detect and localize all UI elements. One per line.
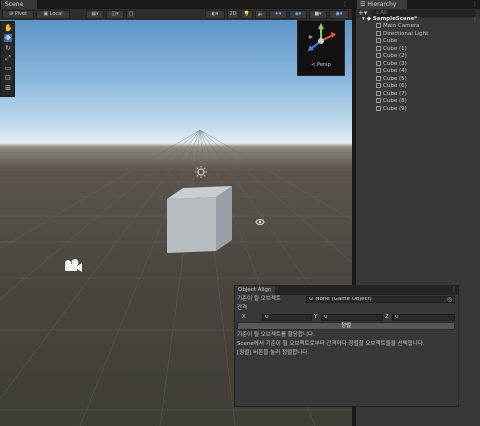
reference-object-label: 기준이 될 오브젝트 [237, 296, 281, 302]
hierarchy-item-directional-light[interactable]: Directional Light [376, 30, 429, 38]
rotate-tool-icon[interactable]: ↻ [4, 44, 12, 52]
cube-object[interactable] [167, 186, 232, 253]
z-axis-label: Z [385, 314, 389, 320]
scene-root-row[interactable]: ▾ ◆ SampleScene* [362, 16, 417, 23]
scene-more-icon[interactable]: ⋮ [472, 16, 478, 23]
grid-snap-button[interactable]: ▦▾ [86, 10, 104, 19]
camera-settings-button[interactable]: ■▾ [309, 10, 327, 19]
item-label: Cube (5) [383, 75, 407, 82]
scene-tab[interactable]: Scene [1, 0, 37, 9]
object-align-more-icon[interactable]: ⋮ [451, 286, 457, 293]
gameobject-icon [376, 75, 381, 81]
move-tool-icon[interactable]: ✥ [4, 34, 12, 42]
pivot-icon: ⊕ [8, 11, 14, 17]
item-label: Directional Light [383, 30, 429, 37]
item-label: Main Camera [383, 23, 420, 29]
snap-increment-button[interactable]: ◫▾ [106, 10, 124, 19]
spacing-label: 간격 [237, 305, 248, 311]
hierarchy-item-cube-6[interactable]: Cube (6) [376, 83, 407, 90]
scene-tab-bar [0, 0, 352, 9]
axis-gizmo-icon [308, 23, 336, 51]
transform-tool-icon[interactable]: ⊡ [4, 74, 12, 82]
local-dropdown[interactable]: ▣ Local [36, 10, 70, 19]
local-icon: ▣ [43, 11, 49, 17]
hierarchy-more-icon[interactable]: ⋮ [472, 1, 478, 8]
object-field-icon: ⊙ [309, 296, 314, 302]
hierarchy-tab-label: Hierarchy [367, 1, 397, 8]
pivot-label: Pivot [14, 11, 28, 17]
gameobject-icon [376, 60, 381, 66]
toggle-2d-button[interactable]: 2D [227, 10, 239, 19]
spacing-z-input[interactable]: 0 [392, 314, 455, 321]
item-label: Cube (7) [383, 90, 407, 97]
effects-dropdown[interactable]: ✦▾ [269, 10, 287, 19]
reference-object-field[interactable]: ⊙ None (Game Object) [306, 296, 455, 303]
rect-tool-icon[interactable]: ▭ [4, 64, 12, 72]
gameobject-icon [376, 83, 381, 88]
gameobject-icon [376, 53, 381, 58]
visibility-gizmo-icon [255, 219, 265, 225]
hierarchy-tab[interactable]: ☰ Hierarchy [357, 0, 407, 9]
gameobject-icon [376, 98, 381, 103]
lighting-toggle-button[interactable]: 💡 [241, 10, 253, 19]
item-label: Cube (2) [383, 53, 407, 59]
align-button[interactable]: 정렬 [237, 322, 455, 330]
item-label: Cube (1) [383, 45, 407, 52]
item-label: Cube (9) [383, 105, 407, 112]
y-axis-label: Y [314, 314, 318, 320]
hierarchy-item-cube-3[interactable]: Cube (3) [376, 60, 407, 68]
item-label: Cube (8) [383, 98, 407, 104]
hierarchy-item-cube-7[interactable]: Cube (7) [376, 90, 407, 98]
gameobject-icon [376, 30, 381, 36]
gameobject-icon [376, 23, 381, 28]
hierarchy-item-cube-5[interactable]: Cube (5) [376, 75, 407, 83]
reference-object-value: None (Game Object) [315, 296, 372, 302]
gameobject-icon [376, 90, 381, 96]
more-options-icon[interactable]: ⋮ [342, 1, 348, 8]
scale-tool-icon[interactable]: ⤢ [4, 54, 12, 62]
hierarchy-item-cube[interactable]: Cube [376, 38, 397, 45]
local-label: Local [49, 11, 63, 17]
object-align-tab[interactable]: Object Align [235, 286, 275, 295]
custom-tool-icon[interactable]: ⊞ [4, 84, 12, 92]
view-tool-icon[interactable]: ✋ [4, 24, 13, 32]
item-label: Cube (3) [383, 60, 407, 67]
hierarchy-item-cube-1[interactable]: Cube (1) [376, 45, 407, 53]
tools-overlay: ✋ ✥ ↻ ⤢ ▭ ⊡ ⊞ [0, 21, 15, 97]
shading-mode-button[interactable]: ◐▾ [205, 10, 225, 19]
spacing-x-input[interactable]: 0 [262, 314, 312, 321]
gameobject-icon [376, 105, 381, 111]
object-picker-icon[interactable]: ◎ [447, 296, 452, 303]
help-line-3: [정렬] 버튼을 눌러 정렬합니다. [237, 350, 310, 356]
spacing-y-input[interactable]: 0 [321, 314, 383, 321]
x-axis-label: X [242, 314, 246, 320]
pivot-dropdown[interactable]: ⊕ Pivot [2, 10, 34, 19]
hierarchy-item-cube-8[interactable]: Cube (8) [376, 98, 407, 105]
hierarchy-icon: ☰ [360, 1, 366, 8]
hierarchy-item-cube-4[interactable]: Cube (4) [376, 68, 407, 75]
help-line-2: Scene에서 기준이 될 오브젝트로부터 간격마다 정렬할 오브젝트들을 선택… [237, 341, 425, 347]
expand-arrow-icon: ▾ [362, 16, 365, 22]
hierarchy-item-cube-2[interactable]: Cube (2) [376, 53, 407, 60]
gameobject-icon [376, 45, 381, 51]
item-label: Cube (4) [383, 68, 407, 74]
gizmos-dropdown[interactable]: ◉▾ [329, 10, 349, 19]
audio-toggle-button[interactable]: 🔈 [255, 10, 267, 19]
hidden-objects-button[interactable]: ◈▾ [289, 10, 307, 19]
item-label: Cube [383, 38, 398, 44]
help-line-1: 기준이 될 오브젝트를 할당합니다. [237, 332, 315, 338]
unity-scene-icon: ◆ [366, 16, 371, 22]
hierarchy-item-main-camera[interactable]: Main Camera [376, 23, 419, 30]
snap-toggle-button[interactable]: ▢ [126, 10, 136, 19]
gameobject-icon [376, 38, 381, 43]
item-label: Cube (6) [383, 83, 407, 89]
persp-toggle[interactable]: < Persp [297, 62, 345, 68]
hierarchy-item-cube-9[interactable]: Cube (9) [376, 105, 407, 113]
scene-name: SampleScene* [372, 16, 418, 22]
camera-gizmo[interactable] [65, 259, 82, 272]
gameobject-icon [376, 68, 381, 73]
